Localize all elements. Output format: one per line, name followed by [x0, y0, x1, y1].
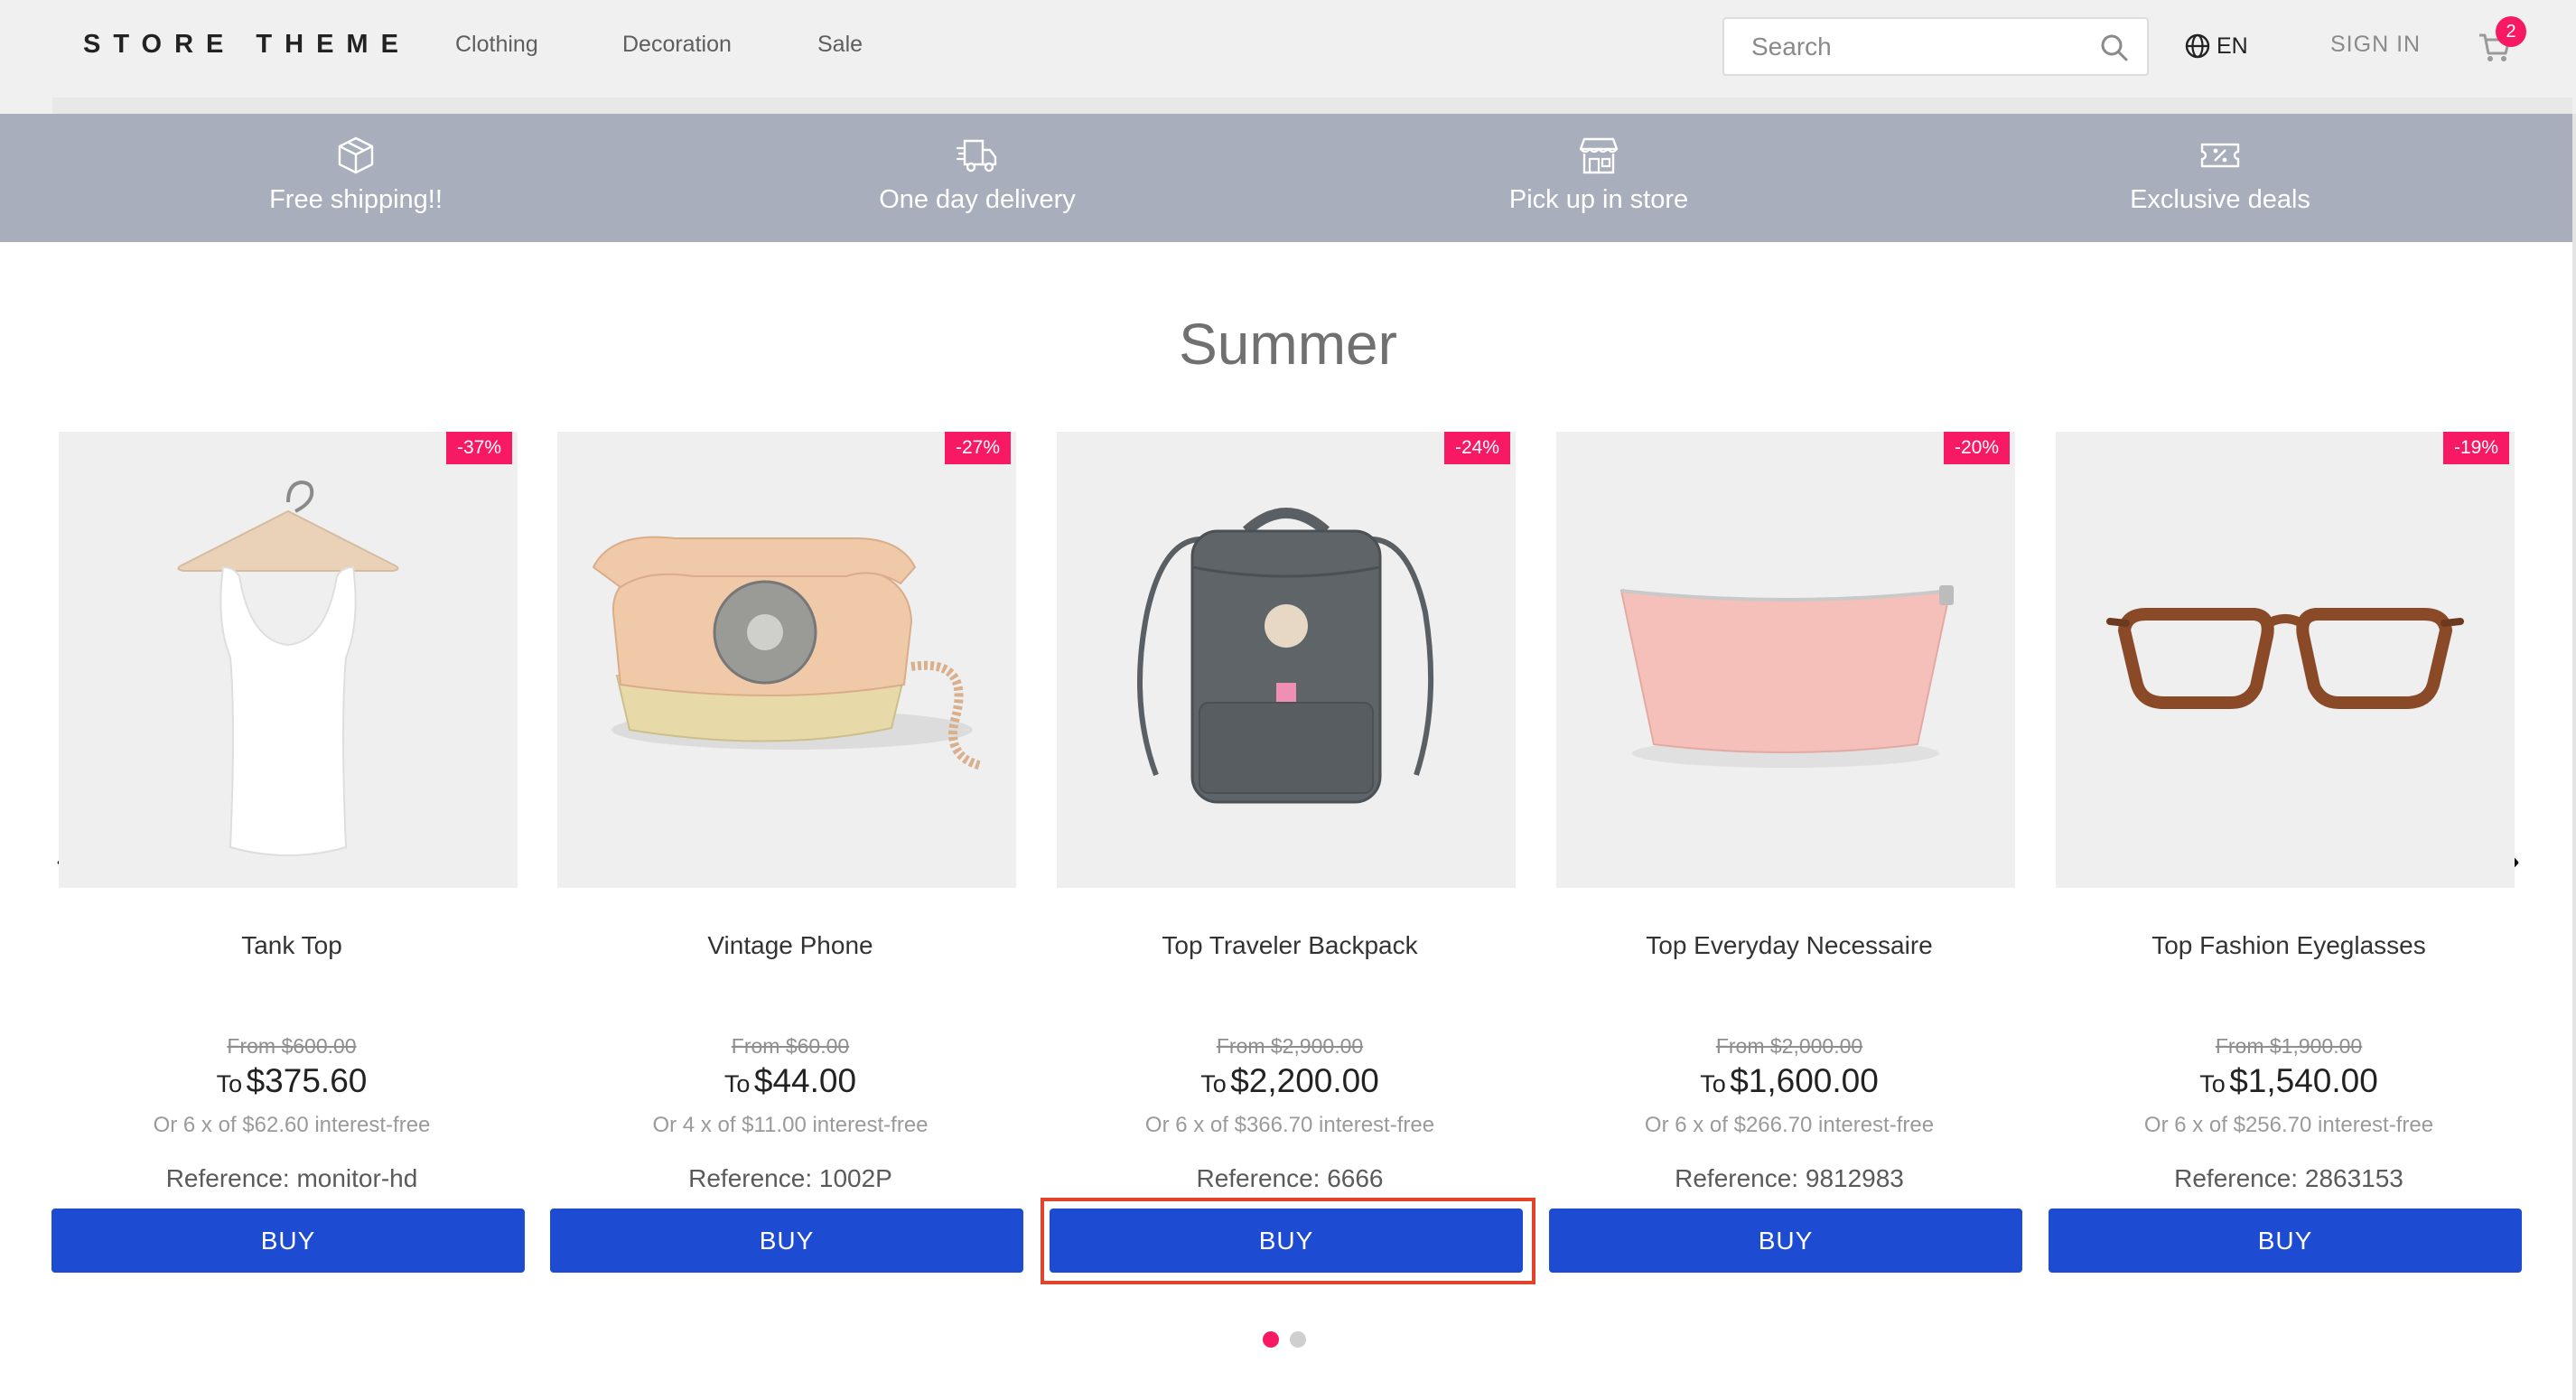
- cart-count-badge: 2: [2496, 16, 2526, 47]
- globe-icon: [2185, 33, 2210, 59]
- product-card-vintage-phone: -27% Vintage Phone From $60.00 To $44.00…: [550, 432, 1031, 1281]
- selling-price: To $1,540.00: [2049, 1062, 2529, 1100]
- price-amount: $1,600.00: [1730, 1062, 1879, 1099]
- to-label: To: [2199, 1070, 2226, 1097]
- product-name[interactable]: Tank Top: [51, 931, 532, 960]
- benefit-label: One day delivery: [879, 185, 1076, 214]
- discount-badge: -24%: [1443, 432, 1510, 464]
- selling-price: To $1,600.00: [1549, 1062, 2030, 1100]
- page-scrollbar[interactable]: [2572, 114, 2576, 1400]
- benefit-one-day-delivery: One day delivery: [667, 114, 1288, 242]
- discount-badge: -27%: [944, 432, 1011, 464]
- price-amount: $2,200.00: [1230, 1062, 1379, 1099]
- language-label: EN: [2217, 33, 2248, 59]
- nav-decoration[interactable]: Decoration: [622, 32, 732, 58]
- product-card-top-everyday-necessaire: -20% Top Everyday Necessaire From $2,000…: [1549, 432, 2030, 1281]
- benefit-exclusive-deals: Exclusive deals: [1909, 114, 2531, 242]
- list-price: From $2,000.00: [1715, 1034, 1863, 1058]
- product-image[interactable]: -19%: [2056, 432, 2515, 888]
- product-image[interactable]: -24%: [1057, 432, 1516, 888]
- product-card-top-fashion-eyeglasses: -19% Top Fashion Eyeglasses From $1,900.…: [2049, 432, 2529, 1281]
- pagination-dot-2[interactable]: [1290, 1331, 1306, 1348]
- header-divider: [52, 98, 2572, 114]
- installments: Or 4 x of $11.00 interest-free: [652, 1113, 929, 1137]
- price-amount: $1,540.00: [2229, 1062, 2378, 1099]
- product-card-top-traveler-backpack: -24% Top Traveler Backpack From $2,900.0…: [1050, 432, 1530, 1281]
- buy-button[interactable]: BUY: [550, 1209, 1023, 1273]
- benefit-pickup-store: Pick up in store: [1288, 114, 1909, 242]
- product-reference: Reference: 2863153: [2174, 1164, 2403, 1192]
- product-reference: Reference: 6666: [1196, 1164, 1384, 1192]
- to-label: To: [1200, 1070, 1227, 1097]
- store-icon: [1579, 137, 1619, 174]
- benefit-label: Pick up in store: [1508, 185, 1689, 214]
- language-selector[interactable]: EN: [2184, 28, 2248, 64]
- list-price: From $1,900.00: [2215, 1034, 2363, 1058]
- product-name[interactable]: Top Fashion Eyeglasses: [2049, 931, 2529, 960]
- benefit-free-shipping: Free shipping!!: [45, 114, 667, 242]
- list-price: From $2,900.00: [1216, 1034, 1364, 1058]
- box-icon: [338, 136, 374, 174]
- list-price: From $60.00: [731, 1034, 850, 1058]
- product-name[interactable]: Top Traveler Backpack: [1050, 931, 1530, 960]
- benefits-bar: Free shipping!! One day delivery Pick up…: [0, 114, 2576, 242]
- buy-button[interactable]: BUY: [2049, 1209, 2522, 1273]
- store-logo[interactable]: STORE THEME: [83, 30, 411, 60]
- ticket-icon: [2200, 143, 2240, 168]
- discount-badge: -37%: [445, 432, 512, 464]
- to-label: To: [1700, 1070, 1726, 1097]
- to-label: To: [723, 1070, 751, 1097]
- shelf-pagination: [1263, 1331, 1306, 1348]
- product-reference: Reference: 1002P: [688, 1164, 892, 1192]
- discount-badge: -20%: [1943, 432, 2010, 464]
- product-image[interactable]: -27%: [557, 432, 1016, 888]
- list-price: From $600.00: [227, 1034, 357, 1058]
- discount-badge: -19%: [2442, 432, 2509, 464]
- product-image[interactable]: -20%: [1556, 432, 2015, 888]
- nav-sale[interactable]: Sale: [817, 32, 863, 58]
- product-reference: Reference: monitor-hd: [165, 1164, 418, 1192]
- buy-button[interactable]: BUY: [51, 1209, 525, 1273]
- benefit-label: Free shipping!!: [269, 185, 443, 214]
- buy-button[interactable]: BUY: [1549, 1209, 2022, 1273]
- truck-icon: [956, 139, 997, 173]
- selling-price: To $375.60: [51, 1062, 532, 1100]
- product-name[interactable]: Vintage Phone: [550, 931, 1031, 960]
- price-amount: $44.00: [753, 1062, 857, 1099]
- search-input[interactable]: [1726, 21, 2087, 72]
- product-card-tank-top: -37% Tank Top From $600.00 To $375.60 Or…: [51, 432, 532, 1281]
- product-image[interactable]: -37%: [59, 432, 518, 888]
- nav-clothing[interactable]: Clothing: [455, 32, 538, 58]
- search-box: [1722, 17, 2149, 76]
- product-name[interactable]: Top Everyday Necessaire: [1549, 931, 2030, 960]
- search-icon[interactable]: [2100, 33, 2129, 62]
- product-reference: Reference: 9812983: [1675, 1164, 1904, 1192]
- pagination-dot-1[interactable]: [1263, 1331, 1279, 1348]
- to-label: To: [216, 1070, 243, 1097]
- price-amount: $375.60: [246, 1062, 368, 1099]
- shelf-title: Summer: [1179, 312, 1397, 377]
- selling-price: To $2,200.00: [1050, 1062, 1530, 1100]
- highlight-outline: [1041, 1198, 1535, 1284]
- installments: Or 6 x of $62.60 interest-free: [153, 1113, 431, 1137]
- selling-price: To $44.00: [550, 1062, 1031, 1100]
- installments: Or 6 x of $266.70 interest-free: [1644, 1113, 1935, 1137]
- installments: Or 6 x of $366.70 interest-free: [1144, 1113, 1435, 1137]
- benefit-label: Exclusive deals: [2130, 185, 2310, 214]
- sign-in-link[interactable]: SIGN IN: [2330, 32, 2421, 58]
- installments: Or 6 x of $256.70 interest-free: [2143, 1113, 2434, 1137]
